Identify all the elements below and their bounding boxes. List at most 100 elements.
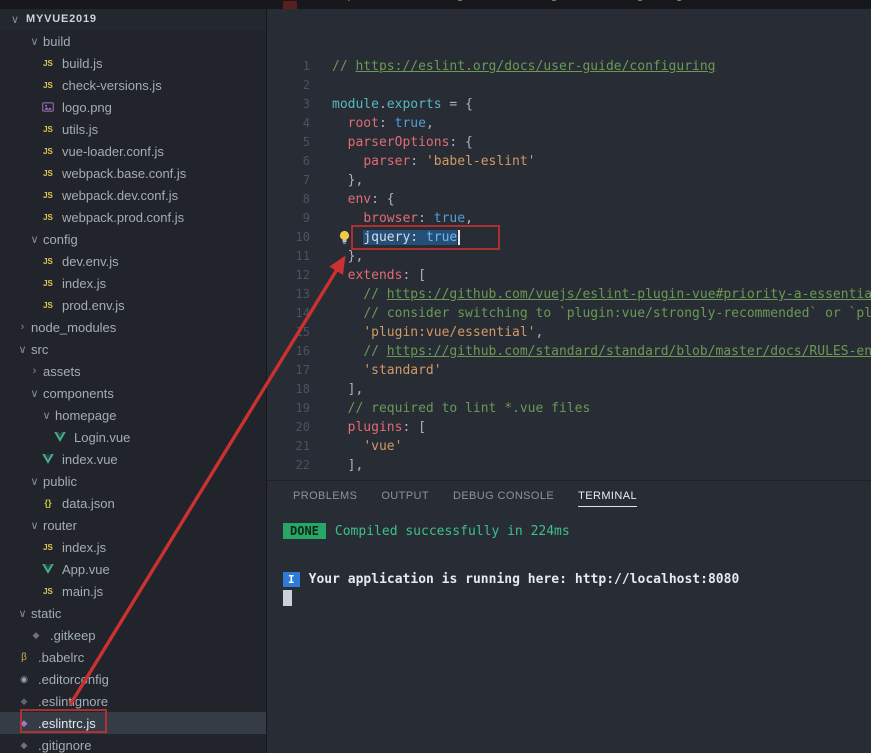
line-number: 12	[295, 268, 310, 282]
code-line-16: 16 // https://github.com/standard/standa…	[267, 342, 871, 361]
code-text: 'vue'	[363, 439, 403, 454]
js-file-icon: JS	[43, 256, 53, 266]
line-number: 17	[295, 363, 310, 377]
tab-output[interactable]: OUTPUT	[381, 490, 429, 507]
chevron-down-icon: ∨	[30, 519, 39, 532]
tree-item-components[interactable]: ∨ components	[0, 382, 266, 404]
code-text: ],	[332, 458, 364, 473]
tree-item-check-versions.js[interactable]: JS check-versions.js	[0, 74, 266, 96]
tree-item-.gitignore[interactable]: ◆ .gitignore	[0, 734, 266, 753]
code-line-12: 12 extends: [	[267, 266, 871, 285]
tree-item-vue-loader.conf.js[interactable]: JS vue-loader.conf.js	[0, 140, 266, 162]
tree-item-build[interactable]: ∨ build	[0, 30, 266, 52]
tree-item-static[interactable]: ∨ static	[0, 602, 266, 624]
tree-item-label: prod.env.js	[62, 297, 125, 313]
tree-item-label: static	[31, 605, 62, 621]
line-number: 19	[295, 401, 310, 415]
tree-item-src[interactable]: ∨ src	[0, 338, 266, 360]
tree-item-label: node_modules	[31, 319, 117, 335]
tree-item-app.vue[interactable]: App.vue	[0, 558, 266, 580]
tab-debug-console[interactable]: DEBUG CONSOLE	[453, 490, 554, 507]
line-number: 18	[295, 382, 310, 396]
line-number: 13	[295, 287, 310, 301]
chevron-down-icon: ∨	[18, 607, 27, 620]
tab-terminal[interactable]: TERMINAL	[578, 490, 637, 507]
tree-item-router[interactable]: ∨ router	[0, 514, 266, 536]
tree-item-label: Login.vue	[74, 429, 131, 445]
tree-item-label: homepage	[55, 407, 117, 423]
localhost-url[interactable]: http://localhost:8080	[575, 572, 739, 587]
code-text: ],	[332, 382, 364, 397]
eslintignore-file-icon: ◆	[20, 695, 28, 706]
tree-item-.gitkeep[interactable]: ◆ .gitkeep	[0, 624, 266, 646]
tree-item-label: assets	[43, 363, 81, 379]
code-line-19: 19 // required to lint *.vue files	[267, 399, 871, 418]
line-number: 22	[295, 458, 310, 472]
line-number: 3	[302, 97, 310, 111]
file-tree: ∨ build JS build.js JS check-versions.js logo.…	[0, 30, 266, 753]
js-file-icon: JS	[43, 278, 53, 288]
tree-item-label: index.js	[62, 539, 107, 555]
code-line-11: 11 },	[267, 247, 871, 266]
tree-item-.eslintignore[interactable]: ◆ .eslintignore	[0, 690, 266, 712]
tree-item-node-modules[interactable]: › node_modules	[0, 316, 266, 338]
js-file-icon: JS	[43, 168, 53, 178]
tree-item-webpack.dev.conf.js[interactable]: JS webpack.dev.conf.js	[0, 184, 266, 206]
tree-item-.eslintrc.js[interactable]: ◆ .eslintrc.js	[0, 712, 266, 734]
tree-item-homepage[interactable]: ∨ homepage	[0, 404, 266, 426]
code-line-10: 10 jquery: true	[267, 228, 871, 247]
code-text: // https://github.com/standard/standard/…	[363, 344, 871, 359]
tree-item-label: .editorconfig	[38, 671, 109, 687]
tree-item-public[interactable]: ∨ public	[0, 470, 266, 492]
git-file-icon: ◆	[20, 739, 28, 750]
tree-item-index.vue[interactable]: index.vue	[0, 448, 266, 470]
code-text: extends: [	[347, 268, 426, 283]
tree-item-label: .babelrc	[38, 649, 85, 665]
code-text: root: true,	[347, 116, 434, 131]
project-root-header[interactable]: ∨ MYVUE2019	[0, 8, 266, 30]
image-file-icon	[40, 101, 56, 113]
chevron-down-icon: ∨	[42, 409, 51, 422]
tree-item-main.js[interactable]: JS main.js	[0, 580, 266, 602]
tree-item-label: .eslintignore	[38, 693, 109, 709]
tree-item-data.json[interactable]: {} data.json	[0, 492, 266, 514]
tree-item-label: utils.js	[62, 121, 99, 137]
tree-item-config[interactable]: ∨ config	[0, 228, 266, 250]
tree-item-index.js[interactable]: JS index.js	[0, 272, 266, 294]
tree-item-build.js[interactable]: JS build.js	[0, 52, 266, 74]
tree-item-label: index.js	[62, 275, 107, 291]
chevron-right-icon: ›	[32, 365, 37, 377]
code-line-20: 20 plugins: [	[267, 418, 871, 437]
line-number: 5	[302, 135, 310, 149]
code-editor[interactable]: 1 // https://eslint.org/docs/user-guide/c…	[267, 0, 871, 480]
code-lines: 1 // https://eslint.org/docs/user-guide/c…	[267, 57, 871, 475]
tree-item-label: .eslintrc.js	[38, 715, 96, 731]
tree-item-login.vue[interactable]: Login.vue	[0, 426, 266, 448]
tree-item-webpack.base.conf.js[interactable]: JS webpack.base.conf.js	[0, 162, 266, 184]
tree-item-assets[interactable]: › assets	[0, 360, 266, 382]
tree-item-utils.js[interactable]: JS utils.js	[0, 118, 266, 140]
js-file-icon: JS	[43, 586, 53, 596]
code-line-4: 4 root: true,	[267, 114, 871, 133]
tree-item-label: check-versions.js	[62, 77, 162, 93]
js-file-icon: JS	[43, 80, 53, 90]
line-number: 15	[295, 325, 310, 339]
tree-item-index.js[interactable]: JS index.js	[0, 536, 266, 558]
js-file-icon: JS	[43, 190, 53, 200]
tree-item-label: .gitkeep	[50, 627, 96, 643]
tab-problems[interactable]: PROBLEMS	[293, 490, 357, 507]
tree-item-prod.env.js[interactable]: JS prod.env.js	[0, 294, 266, 316]
selected-text: jquery: true	[363, 230, 458, 245]
code-text: env: {	[347, 192, 395, 207]
line-number: 4	[302, 116, 310, 130]
tree-item-dev.env.js[interactable]: JS dev.env.js	[0, 250, 266, 272]
tree-item-.editorconfig[interactable]: ◉ .editorconfig	[0, 668, 266, 690]
tree-item-webpack.prod.conf.js[interactable]: JS webpack.prod.conf.js	[0, 206, 266, 228]
tree-item-logo.png[interactable]: logo.png	[0, 96, 266, 118]
js-file-icon: JS	[43, 212, 53, 222]
tree-item-.babelrc[interactable]: β .babelrc	[0, 646, 266, 668]
code-text: // https://eslint.org/docs/user-guide/co…	[332, 59, 716, 74]
terminal-output[interactable]: DONE Compiled successfully in 224ms I Yo…	[267, 523, 871, 606]
code-line-14: 14 // consider switching to `plugin:vue/…	[267, 304, 871, 323]
tree-item-label: config	[43, 231, 78, 247]
